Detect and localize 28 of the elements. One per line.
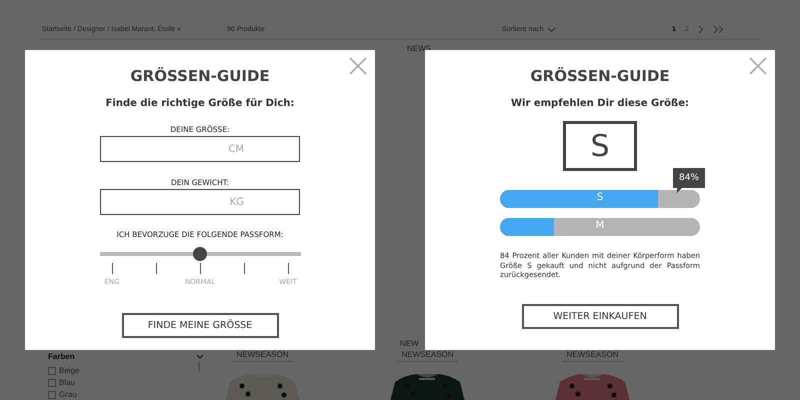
bar-label: S [596,192,604,203]
chevron-icon[interactable] [196,354,204,359]
find-size-button[interactable]: FINDE MEINE GRÖSSE [122,313,278,338]
next-page-icon[interactable] [698,25,704,34]
continue-shopping-button[interactable]: WEITER EINKAUFEN [522,304,678,328]
bar-label: M [594,220,606,231]
dialog-subtitle: Wir empfehlen Dir diese Größe: [510,98,689,109]
percent-tooltip: 84% [673,168,706,193]
input-field[interactable]: KG [100,189,300,215]
dialog-title: GRÖSSEN-GUIDE [530,67,670,85]
checkbox[interactable] [48,378,56,386]
filter-option[interactable]: Grau [48,389,198,400]
last-page-icon[interactable] [712,25,724,34]
input-field[interactable]: CM [100,136,300,162]
close-icon[interactable] [349,57,367,75]
filter-option[interactable]: Beige [48,365,198,376]
slider-thumb[interactable] [193,247,207,261]
checkbox[interactable] [48,366,56,374]
recommended-size: S [563,121,637,171]
checkbox[interactable] [48,390,56,398]
dialog-title: GRÖSSEN-GUIDE [130,67,270,85]
chevron-icon[interactable] [546,26,556,32]
fit-slider[interactable] [100,247,300,261]
filter-option[interactable]: Blau [48,377,198,388]
season-label: NEW [400,339,419,348]
filter-title[interactable]: Farben [48,352,75,361]
dialog-subtitle: Finde die richtige Größe für Dich: [106,98,294,109]
close-icon[interactable] [749,57,767,75]
